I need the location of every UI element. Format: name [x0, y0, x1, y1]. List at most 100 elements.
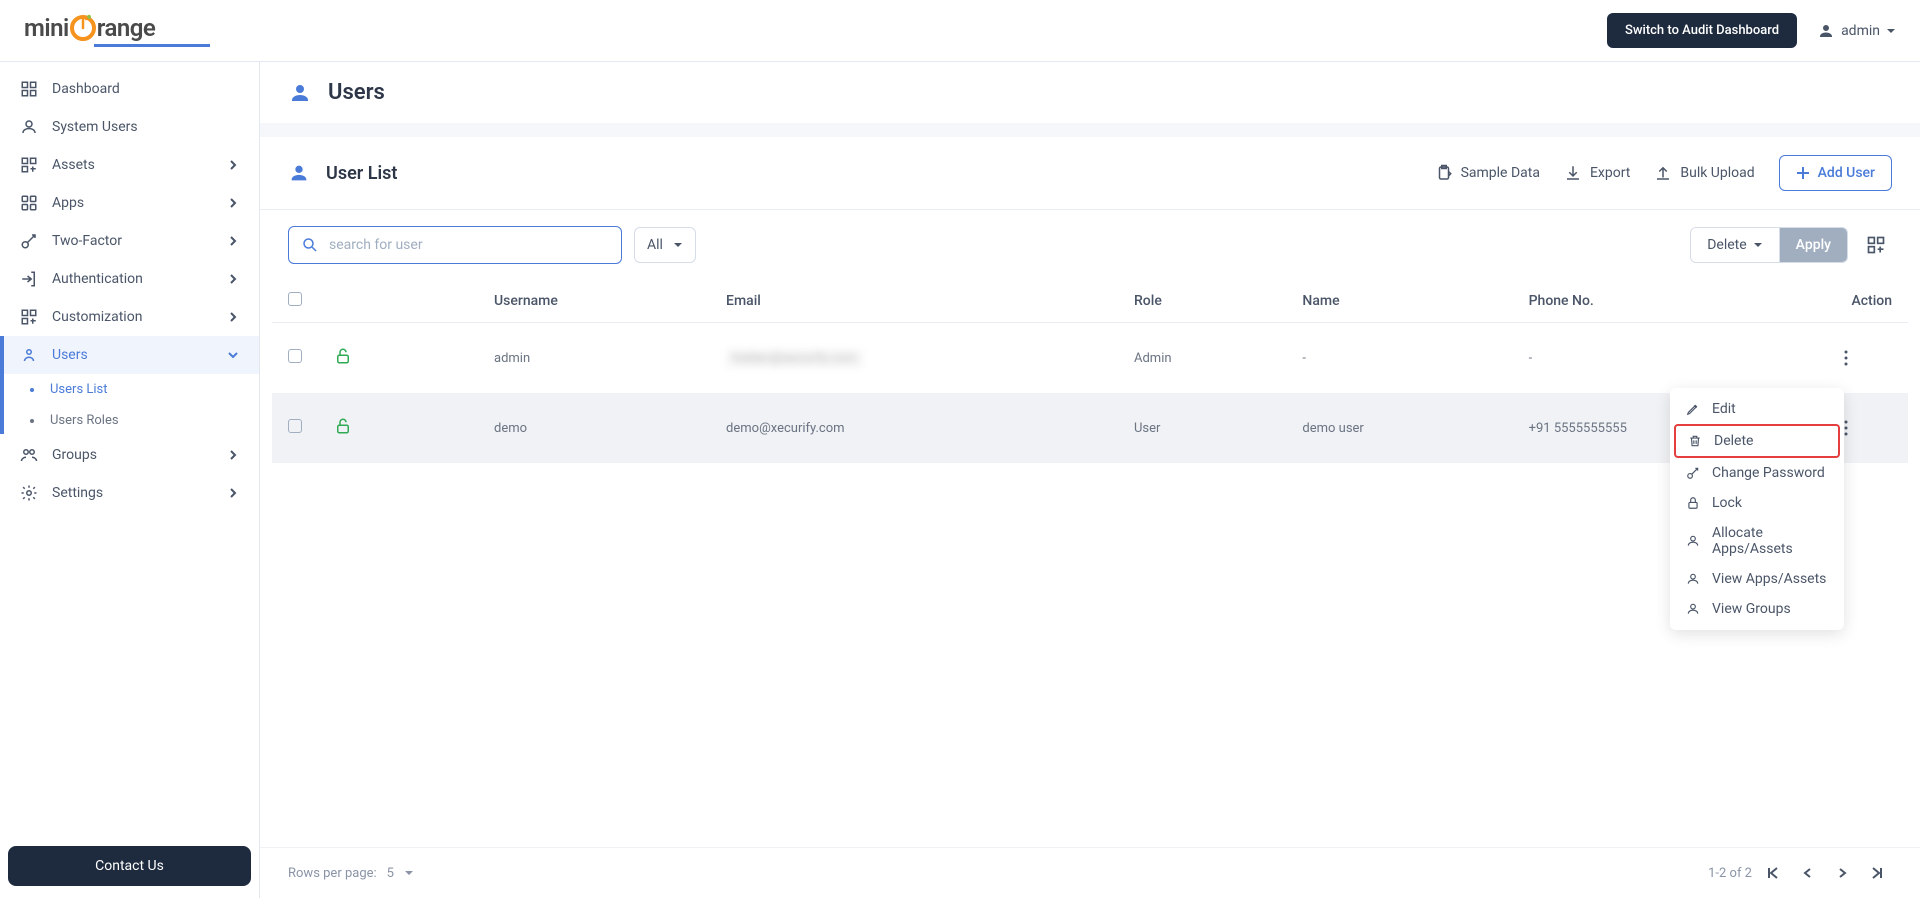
row-checkbox[interactable]	[288, 349, 302, 363]
page-header: Users	[260, 62, 1920, 123]
sidebar: Dashboard System Users Assets Apps Two-F…	[0, 62, 260, 898]
person-icon	[1686, 602, 1700, 616]
menu-label: Delete	[1714, 433, 1753, 449]
sidebar-label: Dashboard	[52, 81, 120, 97]
menu-lock[interactable]: Lock	[1674, 488, 1840, 518]
menu-label: Change Password	[1712, 465, 1825, 481]
page-last-button[interactable]	[1862, 862, 1892, 884]
upload-icon	[1654, 164, 1672, 182]
menu-delete[interactable]: Delete	[1674, 424, 1840, 458]
row-checkbox[interactable]	[288, 419, 302, 433]
row-context-menu: Edit Delete Change Password Lock	[1670, 388, 1844, 630]
sidebar-item-assets[interactable]: Assets	[0, 146, 259, 184]
trash-icon	[1688, 434, 1702, 448]
col-role: Role	[1118, 280, 1286, 323]
sidebar-item-settings[interactable]: Settings	[0, 474, 259, 512]
person-icon	[1817, 22, 1835, 40]
chevron-right-icon	[227, 311, 239, 323]
filter-dropdown[interactable]: All	[634, 227, 696, 263]
menu-view-apps[interactable]: View Apps/Assets	[1674, 564, 1840, 594]
search-box[interactable]	[288, 226, 622, 264]
sidebar-item-two-factor[interactable]: Two-Factor	[0, 222, 259, 260]
caret-down-icon[interactable]	[404, 868, 414, 878]
sidebar-item-customization[interactable]: Customization	[0, 298, 259, 336]
page-title: Users	[328, 80, 385, 105]
row-action-menu[interactable]	[1844, 401, 1892, 455]
logo: mini range	[24, 14, 210, 47]
page-first-button[interactable]	[1758, 862, 1788, 884]
sidebar-label: Settings	[52, 485, 103, 501]
chevron-right-icon	[227, 197, 239, 209]
person-icon	[288, 81, 312, 105]
sidebar-item-groups[interactable]: Groups	[0, 436, 259, 474]
bulk-action-group: Delete Apply	[1690, 227, 1848, 263]
sidebar-item-users[interactable]: Users	[0, 336, 259, 374]
sidebar-sub-users-list[interactable]: Users List	[0, 374, 259, 405]
col-action: Action	[1828, 280, 1908, 323]
lock-icon	[1686, 496, 1700, 510]
contact-us-button[interactable]: Contact Us	[8, 846, 251, 886]
list-title: User List	[326, 163, 397, 184]
plus-icon	[1796, 166, 1810, 180]
search-input[interactable]	[329, 237, 609, 253]
page-next-button[interactable]	[1828, 863, 1856, 883]
sidebar-sub-users-roles[interactable]: Users Roles	[0, 405, 259, 436]
table-wrap: Username Email Role Name Phone No. Actio…	[260, 280, 1920, 847]
sample-data-button[interactable]: Sample Data	[1435, 164, 1540, 182]
rows-per-page-value: 5	[387, 866, 394, 881]
action-label: Sample Data	[1461, 165, 1540, 181]
chevron-down-icon	[227, 349, 239, 361]
user-menu[interactable]: admin	[1817, 22, 1896, 40]
add-user-button[interactable]: Add User	[1779, 155, 1892, 191]
action-label: Bulk Upload	[1680, 165, 1754, 181]
sidebar-item-apps[interactable]: Apps	[0, 184, 259, 222]
row-action-menu[interactable]	[1844, 331, 1892, 385]
footer-bar: Rows per page: 5 1-2 of 2	[260, 847, 1920, 898]
select-all-checkbox[interactable]	[288, 292, 302, 306]
download-icon	[1564, 164, 1582, 182]
menu-change-password[interactable]: Change Password	[1674, 458, 1840, 488]
table-header-row: Username Email Role Name Phone No. Actio…	[272, 280, 1908, 323]
cell-username: admin	[478, 323, 710, 394]
page-prev-button[interactable]	[1794, 863, 1822, 883]
system-users-icon	[20, 118, 38, 136]
sidebar-item-system-users[interactable]: System Users	[0, 108, 259, 146]
sidebar-item-dashboard[interactable]: Dashboard	[0, 70, 259, 108]
cell-name: -	[1286, 323, 1512, 394]
bulk-action-select[interactable]: Delete	[1691, 228, 1779, 262]
cell-role: Admin	[1118, 323, 1286, 394]
chevron-right-icon	[227, 159, 239, 171]
caret-down-icon	[673, 240, 683, 250]
search-icon	[301, 236, 319, 254]
logo-part-range: range	[97, 14, 156, 42]
sidebar-label: System Users	[52, 119, 138, 135]
col-phone: Phone No.	[1513, 280, 1828, 323]
menu-label: View Groups	[1712, 601, 1791, 617]
sidebar-label: Customization	[52, 309, 142, 325]
menu-label: Lock	[1712, 495, 1742, 511]
export-button[interactable]: Export	[1564, 164, 1630, 182]
action-label: Export	[1590, 165, 1630, 181]
apply-button[interactable]: Apply	[1780, 228, 1847, 262]
gap	[260, 123, 1920, 137]
content-card: User List Sample Data Export Bulk Upload	[260, 137, 1920, 898]
topbar: mini range Switch to Audit Dashboard adm…	[0, 0, 1920, 62]
authentication-icon	[20, 270, 38, 288]
column-settings-button[interactable]	[1860, 229, 1892, 261]
menu-edit[interactable]: Edit	[1674, 394, 1840, 424]
chevron-right-icon	[227, 449, 239, 461]
apps-icon	[20, 194, 38, 212]
unlock-icon	[334, 347, 352, 365]
menu-allocate[interactable]: Allocate Apps/Assets	[1674, 518, 1840, 564]
menu-view-groups[interactable]: View Groups	[1674, 594, 1840, 624]
menu-label: Allocate Apps/Assets	[1712, 525, 1828, 557]
sidebar-label: Authentication	[52, 271, 143, 287]
chevron-right-icon	[227, 235, 239, 247]
main: Users User List Sample Data Export	[260, 62, 1920, 898]
sidebar-item-authentication[interactable]: Authentication	[0, 260, 259, 298]
card-header: User List Sample Data Export Bulk Upload	[260, 137, 1920, 210]
chevron-right-icon	[227, 273, 239, 285]
switch-audit-button[interactable]: Switch to Audit Dashboard	[1607, 13, 1797, 48]
bulk-upload-button[interactable]: Bulk Upload	[1654, 164, 1754, 182]
page-range: 1-2 of 2	[1708, 866, 1752, 881]
